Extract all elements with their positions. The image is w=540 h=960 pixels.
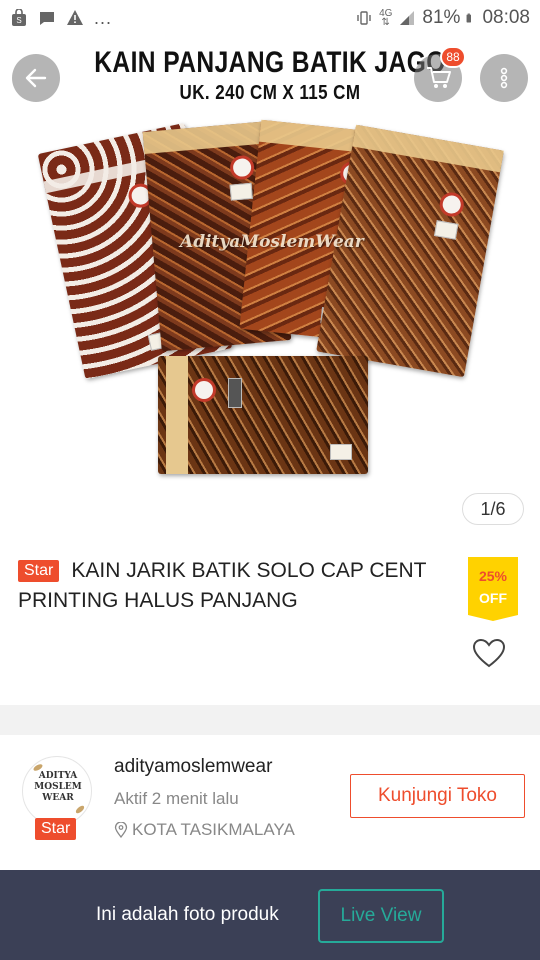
clock: 08:08 [482, 7, 530, 28]
price-tag [330, 444, 352, 460]
brand-seal [437, 190, 466, 219]
section-divider [0, 705, 540, 735]
price-tag [229, 182, 253, 201]
vibrate-icon [357, 11, 371, 25]
warning-icon [67, 10, 83, 25]
bottom-bar: Ini adalah foto produk Live View [0, 870, 540, 960]
chat-icon [40, 12, 54, 25]
back-button[interactable] [12, 54, 60, 102]
seller-logo-text: ADITYA MOSLEM WEAR [34, 771, 82, 803]
more-options-button[interactable] [480, 54, 528, 102]
battery-percent: 81% [422, 7, 461, 28]
signal-icon [400, 11, 415, 25]
bottom-bar-message: Ini adalah foto produk [96, 904, 279, 925]
discount-badge: 25% OFF [468, 557, 518, 621]
shopping-bag-icon: S [12, 9, 26, 26]
cart-count-badge: 88 [440, 46, 466, 68]
status-notifications: S ... [10, 8, 112, 29]
batik-cloth-folded [158, 356, 368, 474]
arrow-left-icon [25, 68, 47, 88]
star-seller-badge: Star [18, 560, 60, 582]
seller-location-text: KOTA TASIKMALAYA [132, 820, 295, 839]
svg-text:S: S [16, 16, 21, 25]
cloth-band [142, 120, 275, 154]
visit-shop-button[interactable]: Kunjungi Toko [350, 774, 525, 818]
image-pager: 1/6 [462, 493, 524, 525]
more-notifications-indicator: ... [94, 7, 113, 28]
network-type: 4G ⇅ [379, 8, 393, 28]
discount-off-label: OFF [479, 590, 507, 606]
location-pin-icon [114, 822, 128, 838]
price-tag [433, 220, 459, 240]
image-watermark: AdityaMoslemWear [180, 232, 364, 252]
brand-seal [192, 378, 216, 402]
brand-seal [229, 154, 256, 181]
product-title: Star KAIN JARIK BATIK SOLO CAP CENT PRINT… [18, 556, 448, 616]
discount-percent: 25% [478, 568, 508, 584]
status-system: 4G ⇅ 81% 08:08 [355, 7, 530, 29]
cloth-band [352, 124, 504, 173]
seller-location: KOTA TASIKMALAYA [114, 820, 295, 840]
seller-name[interactable]: adityamoslemwear [114, 756, 272, 778]
status-bar: S ... 4G ⇅ 81% 08:08 [0, 0, 540, 36]
product-image-carousel[interactable]: KAIN PANJANG BATIK JAGO UK. 240 CM X 115… [0, 36, 540, 536]
cart-button[interactable]: 88 [414, 46, 466, 102]
cloth-edge [166, 356, 188, 474]
more-vertical-icon [500, 67, 508, 89]
heart-icon[interactable] [472, 638, 506, 668]
label-tag [228, 378, 242, 408]
seller-active-status: Aktif 2 menit lalu [114, 789, 239, 808]
seller-section: ADITYA MOSLEM WEAR Star adityamoslemwear… [0, 736, 540, 870]
product-name: KAIN JARIK BATIK SOLO CAP CENT PRINTING … [18, 559, 427, 612]
leaf-ornament [74, 804, 86, 815]
seller-avatar[interactable]: ADITYA MOSLEM WEAR [22, 756, 92, 826]
live-view-button[interactable]: Live View [318, 889, 444, 943]
battery-icon [467, 13, 472, 23]
seller-star-badge: Star [35, 818, 77, 840]
shopping-cart-icon [427, 67, 451, 88]
